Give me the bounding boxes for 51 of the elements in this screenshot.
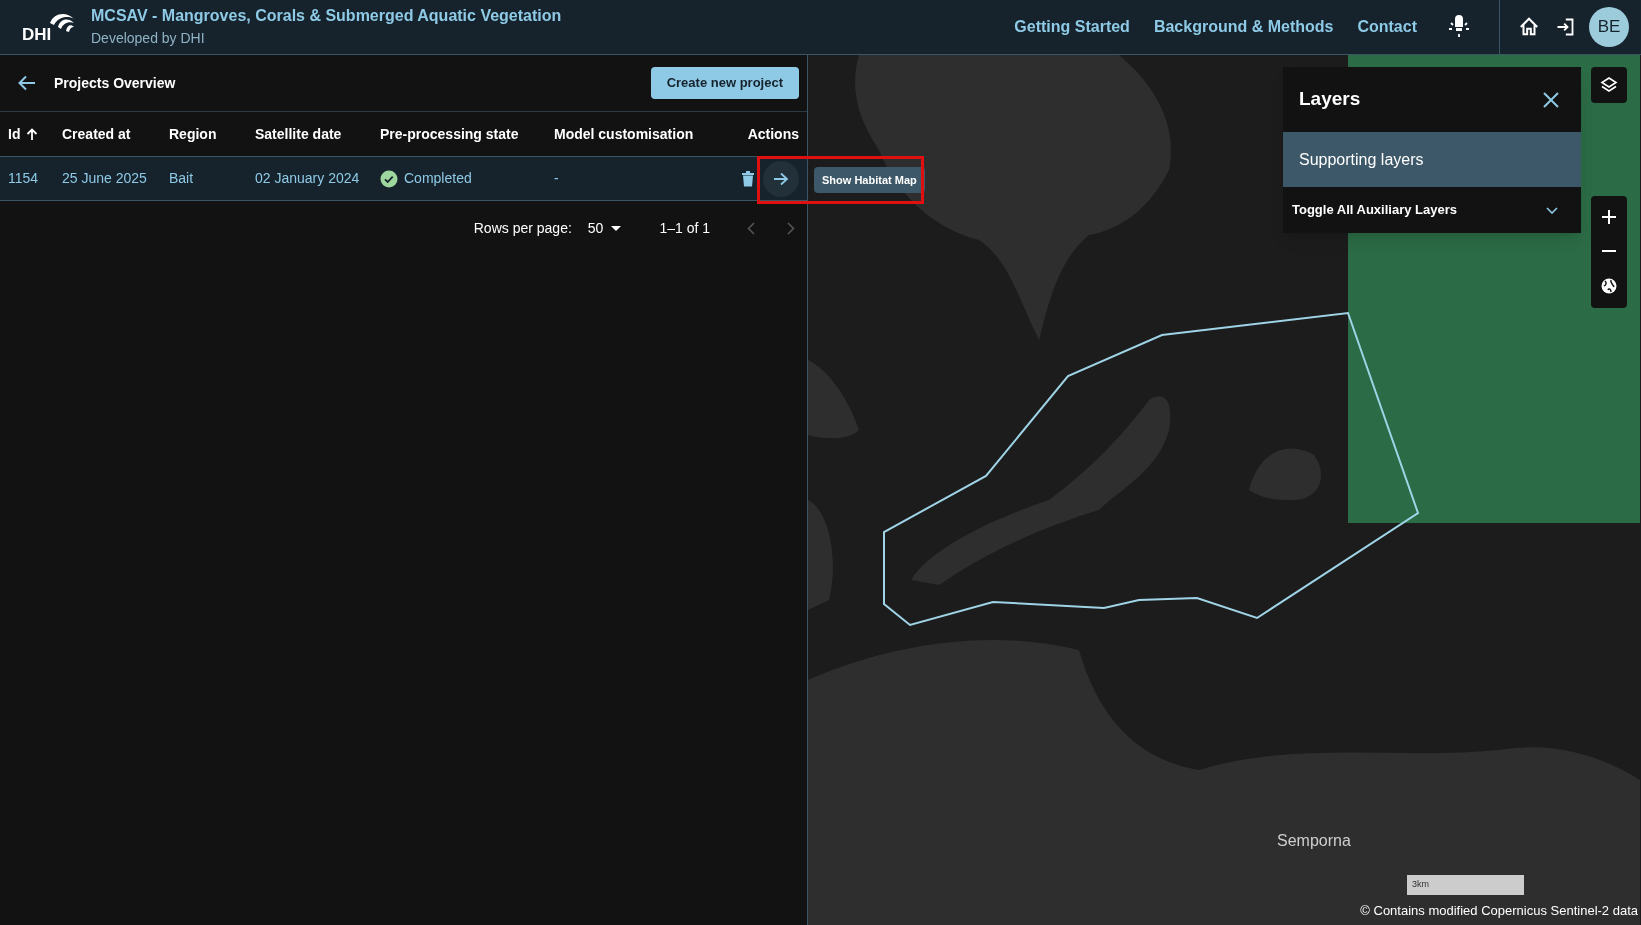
- layers-icon: [1600, 76, 1618, 94]
- column-header[interactable]: Pre-processing state: [380, 123, 519, 145]
- home-icon[interactable]: [1518, 16, 1540, 38]
- status-text: Completed: [404, 169, 472, 188]
- nav-link[interactable]: Getting Started: [1014, 15, 1130, 39]
- map-scale-bar: 3km: [1407, 875, 1524, 895]
- previous-page-icon[interactable]: [747, 222, 755, 235]
- app-subtitle: Developed by DHI: [91, 29, 206, 48]
- open-map-button[interactable]: [763, 160, 799, 197]
- panel-title: Projects Overview: [54, 73, 176, 93]
- back-arrow-icon[interactable]: [18, 75, 36, 91]
- nav-link[interactable]: Background & Methods: [1153, 15, 1334, 39]
- app-title: MCSAV - Mangroves, Corals & Submerged Aquatic Vegetation: [91, 6, 562, 26]
- sort-arrow-icon[interactable]: [26, 127, 39, 141]
- column-header[interactable]: Id: [8, 123, 39, 145]
- toggle-layers-row[interactable]: Toggle All Auxiliary Layers: [1283, 187, 1581, 233]
- table-cell-text: 02 January 2024: [255, 169, 360, 188]
- dropdown-caret-icon: [611, 226, 622, 231]
- column-header[interactable]: Actions: [747, 123, 799, 145]
- create-project-button[interactable]: Create new project: [650, 67, 799, 99]
- layers-button[interactable]: [1591, 67, 1627, 103]
- table-cell-text: Bait: [169, 169, 194, 188]
- rows-per-page-select[interactable]: 50: [587, 218, 622, 239]
- table-cell-text: 25 June 2025: [62, 169, 147, 188]
- trash-icon[interactable]: [741, 170, 755, 187]
- chevron-icon: [1546, 206, 1558, 214]
- page-range: 1–1 of 1: [659, 219, 710, 238]
- arrow-right-icon: [773, 171, 789, 186]
- user-avatar[interactable]: BE: [1589, 7, 1629, 47]
- close-icon[interactable]: [1543, 91, 1559, 108]
- table-row[interactable]: 1154 25 June 2025 Bait 02 January 2024 Completed -: [0, 156, 807, 201]
- logout-icon[interactable]: [1555, 17, 1575, 37]
- tooltip: Show Habitat Map: [814, 167, 925, 193]
- logo-text: DHI: [22, 26, 52, 43]
- logo[interactable]: DHI: [22, 7, 78, 47]
- nav-link[interactable]: Contact: [1357, 15, 1417, 39]
- column-header[interactable]: Model customisation: [554, 123, 694, 145]
- layers-title: Layers: [1299, 87, 1361, 112]
- column-header[interactable]: Satellite date: [255, 123, 342, 145]
- column-header[interactable]: Created at: [62, 123, 131, 145]
- rows-per-page-label: Rows per page:: [473, 219, 572, 238]
- table-cell-text: -: [554, 169, 559, 188]
- zoom-in-icon[interactable]: [1602, 210, 1616, 224]
- map-attribution: © Contains modified Copernicus Sentinel-2 data: [1360, 902, 1638, 920]
- layers-section[interactable]: Supporting layers: [1283, 132, 1581, 187]
- column-header[interactable]: Region: [169, 123, 217, 145]
- lightbulb-icon[interactable]: [1447, 15, 1471, 39]
- table-cell-text: 1154: [8, 169, 39, 188]
- map-place-label: Semporna: [1277, 831, 1351, 851]
- globe-icon[interactable]: [1601, 278, 1617, 294]
- next-page-icon[interactable]: [787, 222, 795, 235]
